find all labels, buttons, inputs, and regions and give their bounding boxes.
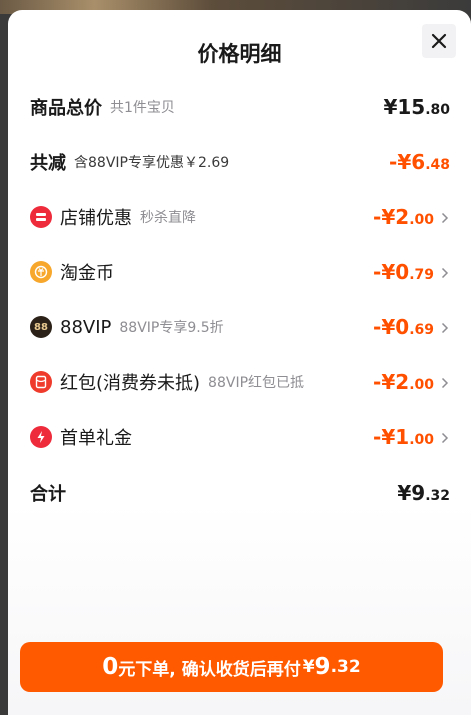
total-discount-int: -¥6	[389, 150, 426, 174]
row-88vip[interactable]: 88 88VIP 88VIP专享9.5折 -¥0.69	[30, 312, 450, 342]
taojinbi-int: -¥0	[373, 260, 410, 284]
pay-dec: .32	[330, 657, 361, 677]
total-price-dec: .80	[425, 102, 450, 118]
total-discount-dec: .48	[425, 157, 450, 173]
red-packet-note: 88VIP红包已抵	[208, 375, 305, 391]
taojinbi-amount: -¥0.79	[373, 260, 450, 284]
red-packet-int: -¥2	[373, 370, 410, 394]
close-icon	[431, 33, 447, 49]
row-shop-discount[interactable]: 店铺优惠 秒杀直降 -¥2.00	[30, 202, 450, 232]
sum-dec: .32	[425, 488, 450, 504]
red-packet-label: 红包(消费券未抵)	[60, 373, 201, 394]
pay-int: 9	[314, 654, 331, 680]
flash-sale-note: 秒杀直降	[140, 210, 196, 226]
total-discount-amount: -¥6.48	[389, 150, 450, 174]
shop-discount-label: 店铺优惠	[60, 208, 132, 229]
88vip-note: 88VIP专享9.5折	[119, 320, 224, 336]
shop-discount-int: -¥2	[373, 205, 410, 229]
first-order-gift-label: 首单礼金	[60, 428, 132, 449]
88vip-badge-icon: 88	[30, 316, 52, 338]
sheet-title: 价格明细	[197, 42, 282, 66]
88vip-dec: .69	[409, 322, 434, 338]
red-packet-amount: -¥2.00	[373, 370, 450, 394]
taojinbi-label: 淘金币	[60, 263, 114, 284]
first-order-gift-int: -¥1	[373, 425, 410, 449]
total-price-int: ¥15	[383, 95, 426, 119]
lightning-gift-icon	[30, 426, 52, 448]
row-first-order-gift[interactable]: 首单礼金 -¥1.00	[30, 422, 450, 452]
red-packet-icon	[30, 371, 52, 393]
row-total-discount: 共减 含88VIP专享优惠￥2.69 -¥6.48	[30, 147, 450, 177]
sum-int: ¥9	[397, 481, 426, 505]
88vip-badge-text: 88	[34, 321, 48, 333]
row-total-price: 商品总价 共1件宝贝 ¥15.80	[30, 92, 450, 122]
row-sum: 合计 ¥9.32	[30, 478, 450, 508]
total-price-label: 商品总价	[30, 98, 102, 119]
chevron-right-icon	[440, 376, 450, 390]
shop-discount-amount: -¥2.00	[373, 205, 450, 229]
pay-text: 元下单, 确认收货后再付	[118, 659, 301, 680]
88vip-label: 88VIP	[60, 316, 112, 338]
first-order-gift-dec: .00	[409, 432, 434, 448]
shop-discount-icon	[30, 206, 52, 228]
chevron-right-icon	[440, 211, 450, 225]
close-button[interactable]	[422, 24, 456, 58]
item-count-text: 共1件宝贝	[110, 100, 175, 116]
sum-amount: ¥9.32	[397, 481, 450, 505]
row-taojinbi[interactable]: 淘金币 -¥0.79	[30, 257, 450, 287]
taojinbi-coin-icon	[30, 261, 52, 283]
shop-discount-dec: .00	[409, 212, 434, 228]
88vip-amount: -¥0.69	[373, 315, 450, 339]
pay-later-button[interactable]: 0 元下单, 确认收货后再付 ¥ 9 .32	[20, 642, 443, 692]
row-red-packet[interactable]: 红包(消费券未抵) 88VIP红包已抵 -¥2.00	[30, 367, 450, 397]
red-packet-dec: .00	[409, 377, 434, 393]
first-order-gift-amount: -¥1.00	[373, 425, 450, 449]
chevron-right-icon	[440, 266, 450, 280]
vip-discount-note: 含88VIP专享优惠￥2.69	[74, 155, 230, 171]
taojinbi-dec: .79	[409, 267, 434, 283]
total-discount-label: 共减	[30, 153, 66, 174]
88vip-int: -¥0	[373, 315, 410, 339]
pay-zero: 0	[102, 654, 119, 680]
total-price-amount: ¥15.80	[383, 95, 450, 119]
pay-currency: ¥	[302, 657, 315, 677]
chevron-right-icon	[440, 431, 450, 445]
price-detail-sheet: 价格明细 商品总价 共1件宝贝 ¥15.80 共减 含88VIP专享优惠￥2.6…	[8, 10, 471, 715]
chevron-right-icon	[440, 321, 450, 335]
sum-label: 合计	[30, 484, 66, 505]
